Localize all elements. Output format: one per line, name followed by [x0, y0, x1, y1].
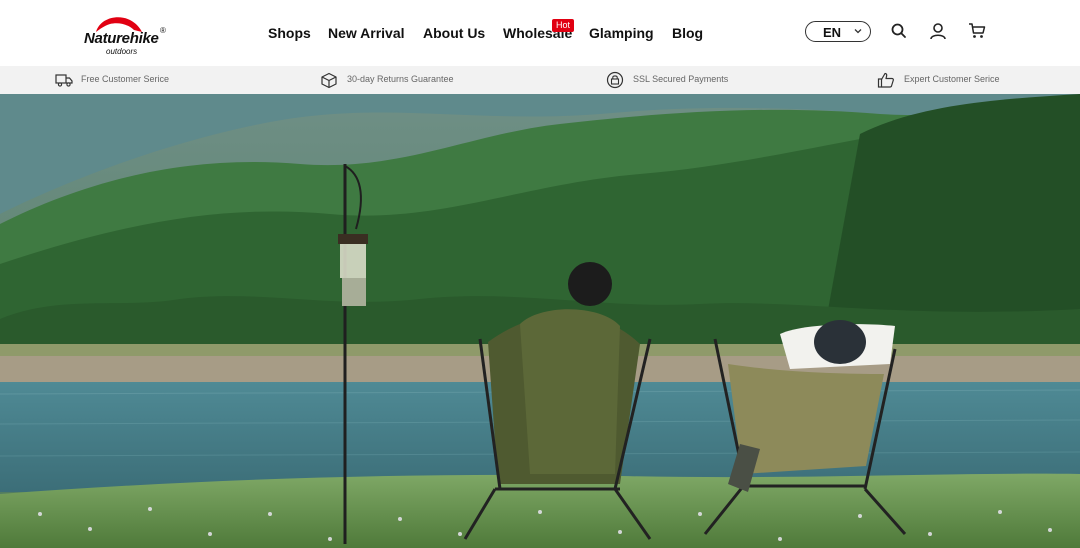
nav-shops[interactable]: Shops	[268, 25, 311, 41]
language-current: EN	[823, 25, 842, 40]
trust-text-support: Expert Customer Serice	[904, 74, 1000, 84]
cart-icon[interactable]	[968, 22, 986, 40]
truck-icon	[55, 74, 73, 87]
hero-banner[interactable]	[0, 94, 1080, 548]
ssl-icon	[606, 71, 624, 89]
nav-about-us[interactable]: About Us	[423, 25, 485, 41]
brand-logo[interactable]: Naturehike outdoors ®	[82, 10, 172, 58]
logo-tagline: outdoors	[106, 47, 138, 56]
nav-blog[interactable]: Blog	[672, 25, 703, 41]
language-selector[interactable]: EN	[805, 21, 871, 42]
box-icon	[321, 72, 337, 89]
nav-glamping[interactable]: Glamping	[589, 25, 654, 41]
account-icon[interactable]	[929, 22, 947, 40]
hot-badge: Hot	[552, 19, 575, 32]
search-icon[interactable]	[890, 22, 908, 40]
nav-new-arrival[interactable]: New Arrival	[328, 25, 405, 41]
logo-wordmark: Naturehike	[84, 30, 159, 47]
hero-camping-illustration	[0, 94, 1080, 548]
trust-text-shipping: Free Customer Serice	[81, 74, 170, 84]
trust-text-returns: 30-day Returns Guarantee	[347, 74, 454, 84]
trust-text-ssl: SSL Secured Payments	[633, 74, 729, 84]
trust-bar: Free Customer Serice 30-day Returns Guar…	[0, 66, 1080, 94]
thumbs-up-icon	[877, 72, 894, 88]
chevron-down-icon	[854, 29, 862, 34]
logo-registered-mark: ®	[160, 26, 166, 35]
site-header: Naturehike outdoors ® Shops New Arrival …	[0, 0, 1080, 66]
